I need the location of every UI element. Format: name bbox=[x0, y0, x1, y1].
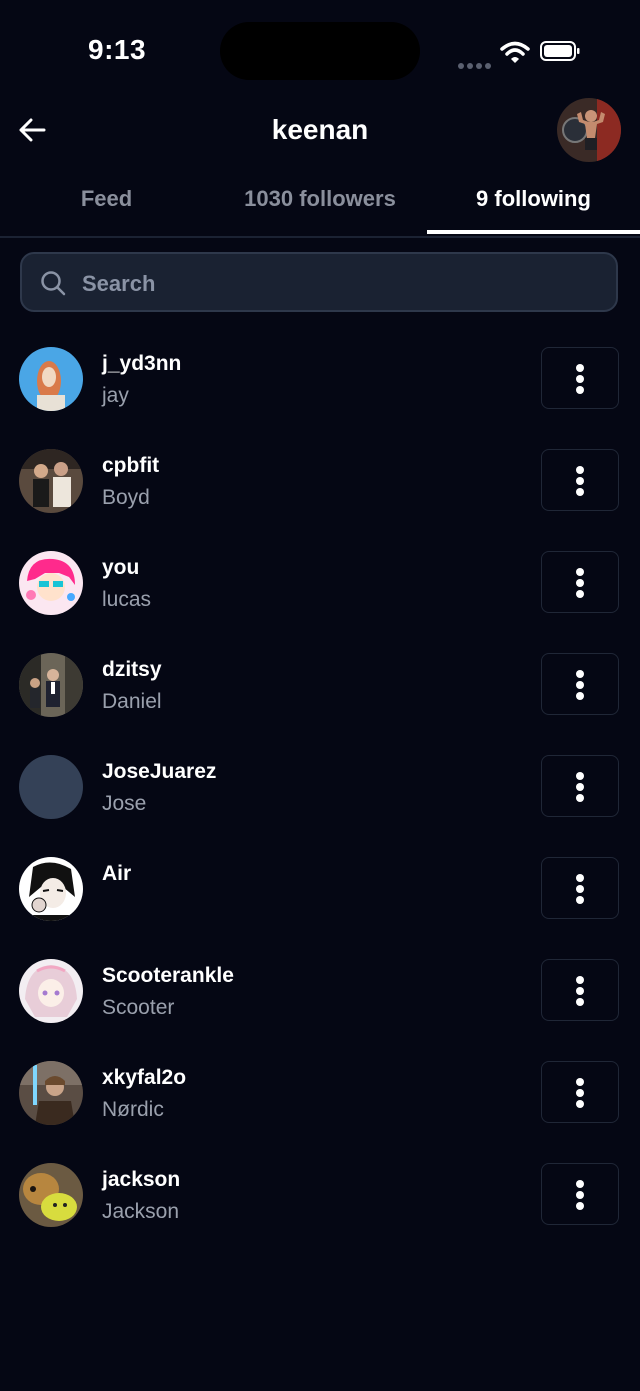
avatar[interactable] bbox=[19, 347, 83, 411]
display-name: lucas bbox=[102, 588, 152, 611]
username: j_yd3nn bbox=[102, 352, 182, 375]
username: Air bbox=[102, 862, 132, 885]
display-name: Nørdic bbox=[102, 1098, 164, 1121]
status-time: 9:13 bbox=[88, 34, 147, 65]
more-options-button[interactable] bbox=[541, 857, 619, 919]
more-options-button[interactable] bbox=[541, 755, 619, 817]
following-list: j_yd3nn jay cpbfit Boyd you lucas dzitsy… bbox=[0, 338, 640, 1256]
display-name: Daniel bbox=[102, 690, 162, 713]
avatar[interactable] bbox=[19, 959, 83, 1023]
list-item[interactable]: xkyfal2o Nørdic bbox=[0, 1052, 640, 1154]
tab-following[interactable]: 9 following bbox=[427, 176, 640, 236]
profile-avatar[interactable] bbox=[557, 98, 621, 162]
more-options-button[interactable] bbox=[541, 449, 619, 511]
avatar[interactable] bbox=[19, 653, 83, 717]
search-icon bbox=[41, 271, 66, 296]
more-options-button[interactable] bbox=[541, 347, 619, 409]
display-name: Jackson bbox=[102, 1200, 180, 1223]
more-options-button[interactable] bbox=[541, 1163, 619, 1225]
username: JoseJuarez bbox=[102, 760, 217, 783]
avatar[interactable] bbox=[19, 857, 83, 921]
avatar[interactable] bbox=[19, 551, 83, 615]
search-bar[interactable] bbox=[20, 252, 618, 312]
username: Scooterankle bbox=[102, 964, 234, 987]
list-item[interactable]: j_yd3nn jay bbox=[0, 338, 640, 440]
active-tab-indicator bbox=[427, 230, 640, 234]
list-item[interactable]: Scooterankle Scooter bbox=[0, 950, 640, 1052]
list-item[interactable]: you lucas bbox=[0, 542, 640, 644]
list-item[interactable]: dzitsy Daniel bbox=[0, 644, 640, 746]
page-title: keenan bbox=[271, 114, 369, 145]
username: cpbfit bbox=[102, 454, 160, 477]
tab-feed[interactable]: Feed bbox=[0, 176, 213, 236]
list-item[interactable]: cpbfit Boyd bbox=[0, 440, 640, 542]
more-options-button[interactable] bbox=[541, 959, 619, 1021]
battery-icon bbox=[540, 41, 580, 61]
status-bar: 9:13 bbox=[0, 0, 640, 100]
tab-followers[interactable]: 1030 followers bbox=[213, 176, 427, 236]
avatar[interactable] bbox=[19, 1061, 83, 1125]
dynamic-island bbox=[220, 22, 420, 80]
display-name: jay bbox=[102, 384, 129, 407]
list-item[interactable]: Air bbox=[0, 848, 640, 950]
profile-tabs: Feed 1030 followers 9 following bbox=[0, 176, 640, 238]
list-item[interactable]: jackson Jackson bbox=[0, 1154, 640, 1256]
display-name: Scooter bbox=[102, 996, 175, 1019]
username: jackson bbox=[102, 1168, 181, 1191]
avatar-placeholder[interactable] bbox=[19, 755, 83, 819]
username: dzitsy bbox=[102, 658, 162, 681]
display-name: Boyd bbox=[102, 486, 150, 509]
list-item[interactable]: JoseJuarez Jose bbox=[0, 746, 640, 848]
more-options-button[interactable] bbox=[541, 653, 619, 715]
more-options-button[interactable] bbox=[541, 1061, 619, 1123]
signal-icon bbox=[458, 56, 494, 74]
avatar[interactable] bbox=[19, 1163, 83, 1227]
username: xkyfal2o bbox=[102, 1066, 187, 1089]
avatar[interactable] bbox=[19, 449, 83, 513]
search-input[interactable] bbox=[80, 262, 584, 306]
wifi-icon bbox=[500, 41, 530, 63]
username: you bbox=[102, 556, 140, 579]
display-name: Jose bbox=[102, 792, 147, 815]
more-options-button[interactable] bbox=[541, 551, 619, 613]
